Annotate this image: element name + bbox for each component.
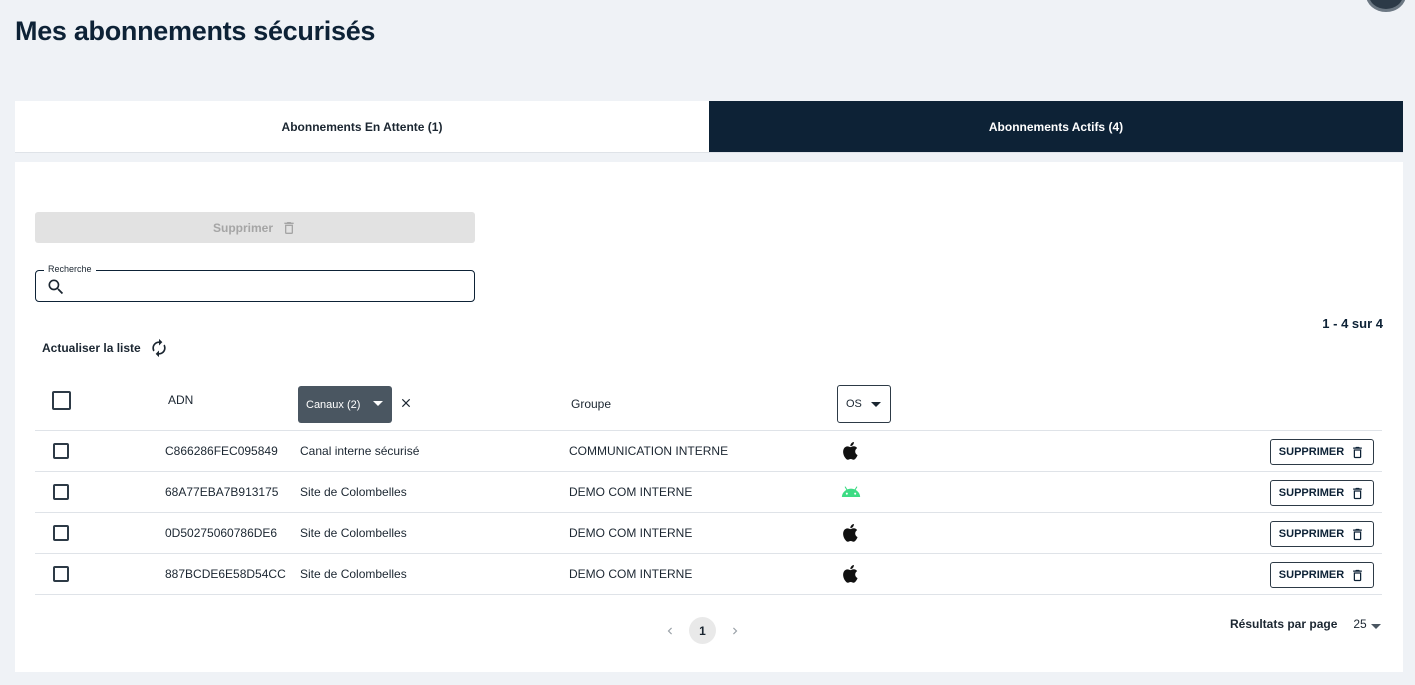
row-adn: 887BCDE6E58D54CC [165,567,286,581]
refresh-label: Actualiser la liste [42,341,141,355]
row-adn: 0D50275060786DE6 [165,526,278,540]
row-checkbox[interactable] [53,484,69,500]
search-field: Recherche [35,264,475,302]
delete-selected-button[interactable]: Supprimer [35,212,475,243]
row-delete-button[interactable]: SUPPRIMER [1270,562,1374,588]
row-delete-label: SUPPRIMER [1278,528,1345,540]
results-per-page: Résultats par page 25 [1230,617,1381,631]
table-row: C866286FEC095849 Canal interne sécurisé … [35,431,1382,472]
caret-down-icon [1370,623,1381,629]
results-range: 1 - 4 sur 4 [1322,316,1383,331]
select-all-checkbox[interactable] [52,391,71,410]
row-delete-label: SUPPRIMER [1278,487,1345,499]
canaux-filter-value: Canaux (2) [306,398,361,411]
row-groupe: COMMUNICATION INTERNE [569,444,729,458]
row-checkbox[interactable] [53,566,69,582]
android-icon [841,486,861,497]
tabs-bar: Abonnements En Attente (1) Abonnements A… [15,101,1403,153]
os-filter-select[interactable]: OS [837,385,891,423]
row-canal: Site de Colombelles [300,567,407,581]
tab-active[interactable]: Abonnements Actifs (4) [709,101,1403,152]
trash-icon [1353,446,1363,458]
caret-down-icon [373,401,383,406]
row-canal: Site de Colombelles [300,485,407,499]
refresh-list-button[interactable]: Actualiser la liste [42,338,169,358]
os-filter-value: OS [846,398,862,410]
table-row: 887BCDE6E58D54CC Site de Colombelles DEM… [35,554,1382,595]
row-groupe: DEMO COM INTERNE [569,526,693,540]
apple-icon [843,524,858,542]
per-page-select[interactable]: 25 [1353,617,1381,631]
per-page-label: Résultats par page [1230,617,1338,631]
tab-pending[interactable]: Abonnements En Attente (1) [15,101,709,152]
refresh-icon [152,338,166,358]
row-delete-label: SUPPRIMER [1278,569,1345,581]
trash-icon [1353,528,1363,540]
row-canal: Site de Colombelles [300,526,407,540]
row-adn: 68A77EBA7B913175 [165,485,279,499]
pagination: 1 [663,617,742,644]
page-title: Mes abonnements sécurisés [15,16,376,46]
delete-selected-label: Supprimer [212,220,273,235]
table-row: 68A77EBA7B913175 Site de Colombelles DEM… [35,472,1382,513]
search-label: Recherche [44,264,96,274]
row-canal: Canal interne sécurisé [300,444,420,458]
row-groupe: DEMO COM INTERNE [569,485,693,499]
search-input[interactable] [74,274,464,298]
apple-icon [843,565,858,583]
row-checkbox[interactable] [53,443,69,459]
apple-icon [843,442,858,460]
subscriptions-panel: Supprimer Recherche 1 - 4 sur 4 Actualis… [15,162,1403,672]
search-icon [48,279,64,295]
chevron-left-icon[interactable] [663,624,677,638]
page-number-current[interactable]: 1 [689,617,716,644]
chevron-right-icon[interactable] [728,624,742,638]
row-delete-label: SUPPRIMER [1278,446,1345,458]
close-icon[interactable] [399,396,413,410]
avatar[interactable] [1366,0,1406,12]
table-header: ADN Canaux (2) Groupe OS [35,384,1382,431]
column-groupe: Groupe [571,397,612,411]
trash-icon [1353,569,1363,581]
table-row: 0D50275060786DE6 Site de Colombelles DEM… [35,513,1382,554]
canaux-filter-select[interactable]: Canaux (2) [298,386,392,423]
trash-icon [284,221,294,234]
caret-down-icon [871,402,881,407]
row-delete-button[interactable]: SUPPRIMER [1270,439,1374,465]
trash-icon [1353,487,1363,499]
column-adn: ADN [168,393,194,407]
row-adn: C866286FEC095849 [165,444,278,458]
row-checkbox[interactable] [53,525,69,541]
row-delete-button[interactable]: SUPPRIMER [1270,480,1374,506]
per-page-value: 25 [1353,617,1367,631]
row-delete-button[interactable]: SUPPRIMER [1270,521,1374,547]
row-groupe: DEMO COM INTERNE [569,567,693,581]
